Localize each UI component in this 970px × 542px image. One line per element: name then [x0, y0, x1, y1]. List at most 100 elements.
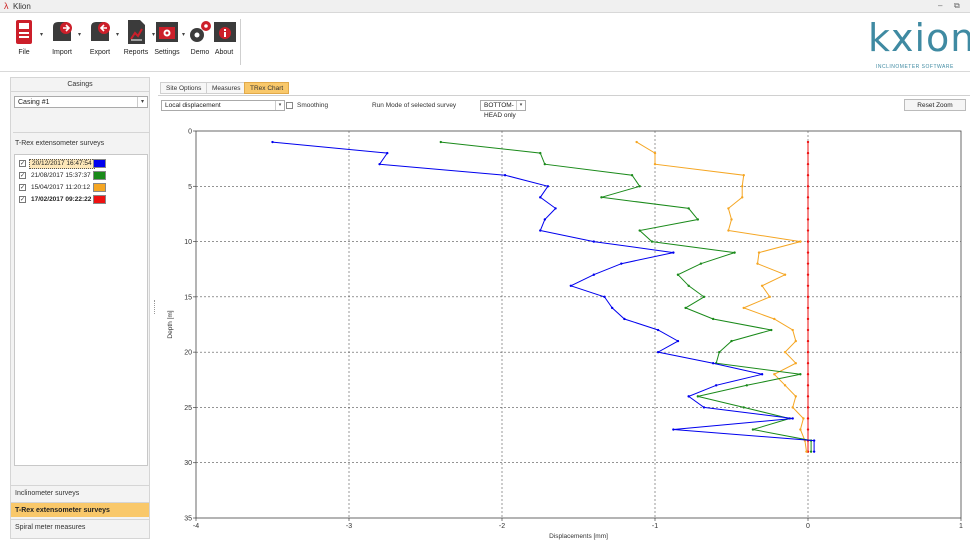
data-point: [546, 185, 550, 188]
data-point: [751, 428, 755, 431]
data-point: [806, 306, 810, 310]
restore-button[interactable]: ⧉: [954, 1, 960, 11]
data-point: [806, 207, 810, 210]
tab-site-options[interactable]: Site Options: [160, 82, 208, 94]
import-button[interactable]: Import ▾: [48, 19, 81, 69]
data-point: [768, 295, 771, 299]
klion-logo: kxion INCLINOMETER SOFTWARE: [868, 16, 970, 70]
about-button[interactable]: About: [212, 19, 236, 69]
survey-checkbox[interactable]: ✓: [19, 172, 26, 179]
data-point: [638, 185, 641, 188]
file-button[interactable]: File ▾: [10, 19, 43, 69]
data-point: [806, 262, 810, 265]
y-tick-label: 15: [184, 294, 192, 301]
chevron-down-icon[interactable]: ▾: [182, 31, 185, 38]
y-tick-label: 5: [188, 184, 192, 191]
nav-trex-surveys[interactable]: T-Rex extensometer surveys: [11, 502, 149, 517]
settings-button-label: Settings: [154, 49, 180, 56]
survey-date[interactable]: 15/04/2017 11:20:12: [29, 183, 92, 193]
x-tick-label: -1: [652, 523, 658, 530]
tab-trex-chart[interactable]: TRex Chart: [244, 82, 290, 94]
data-point: [386, 151, 389, 155]
data-point: [806, 284, 810, 287]
data-point: [770, 328, 773, 332]
data-point: [806, 273, 810, 276]
chevron-down-icon[interactable]: ▾: [275, 101, 284, 110]
panel-splitter[interactable]: [154, 300, 156, 314]
minimize-button[interactable]: –: [938, 1, 942, 10]
y-tick-label: 20: [184, 350, 192, 357]
survey-date[interactable]: 20/12/2017 16:47:54: [29, 159, 95, 169]
chevron-down-icon[interactable]: ▾: [137, 97, 147, 107]
survey-checkbox[interactable]: ✓: [19, 196, 26, 203]
run-mode-select[interactable]: BOTTOM-HEAD only ▾: [480, 100, 526, 119]
chevron-down-icon[interactable]: ▾: [40, 31, 43, 38]
display-mode-value: Local displacement: [165, 102, 221, 109]
data-point: [806, 295, 810, 299]
smoothing-checkbox[interactable]: [286, 102, 293, 109]
demo-icon: [187, 19, 213, 45]
chevron-down-icon[interactable]: ▾: [516, 101, 525, 110]
about-icon: [212, 19, 238, 45]
data-point: [610, 306, 614, 310]
data-point: [742, 406, 745, 409]
data-point: [702, 406, 706, 409]
data-point: [696, 395, 700, 398]
data-point: [439, 140, 442, 144]
data-point: [638, 229, 641, 232]
survey-date[interactable]: 17/02/2017 09:22:22: [29, 195, 93, 205]
data-point: [806, 196, 810, 199]
survey-color-swatch[interactable]: [93, 171, 106, 180]
casing-select[interactable]: Casing #1 ▾: [14, 96, 148, 108]
data-point: [760, 284, 764, 287]
data-point: [806, 417, 810, 420]
survey-checkbox[interactable]: ✓: [19, 160, 26, 167]
survey-color-swatch[interactable]: [93, 159, 106, 168]
import-button-label: Import: [52, 49, 72, 56]
y-tick-label: 0: [188, 129, 192, 136]
nav-spiral-meter-measures[interactable]: Spiral meter measures: [11, 519, 149, 534]
data-point: [806, 151, 810, 155]
tab-measures[interactable]: Measures: [206, 82, 247, 94]
data-point: [730, 339, 733, 343]
casings-header: Casings: [11, 78, 149, 92]
reports-button[interactable]: Reports ▾: [120, 19, 155, 69]
data-point: [684, 306, 687, 310]
ribbon-separator: [240, 19, 241, 65]
nav-inclinometer-surveys[interactable]: Inclinometer surveys: [11, 485, 149, 500]
data-point: [727, 207, 730, 210]
data-point: [650, 240, 654, 243]
trex-chart[interactable]: -4 -3 -2 -1 0 105101520253035Displacements [m…: [158, 114, 970, 542]
reports-icon: [123, 19, 149, 45]
logo-subtitle: INCLINOMETER SOFTWARE: [876, 64, 954, 70]
data-point: [600, 196, 603, 199]
data-point: [539, 196, 542, 199]
export-button[interactable]: Export ▾: [86, 19, 119, 69]
data-point: [656, 328, 660, 332]
x-tick-label: 0: [806, 523, 810, 530]
data-point: [806, 229, 810, 232]
survey-color-swatch[interactable]: [93, 195, 106, 204]
data-point: [805, 450, 808, 453]
reset-zoom-button[interactable]: Reset Zoom: [904, 99, 966, 111]
x-tick-label: -2: [499, 523, 505, 530]
settings-button[interactable]: Settings ▾: [152, 19, 185, 69]
data-point: [745, 384, 748, 387]
chevron-down-icon[interactable]: ▾: [116, 31, 119, 38]
survey-checkbox[interactable]: ✓: [19, 184, 26, 191]
data-point: [687, 395, 690, 398]
chevron-down-icon[interactable]: ▾: [78, 31, 81, 38]
settings-icon: [154, 19, 180, 45]
data-point: [806, 395, 810, 398]
display-mode-select[interactable]: Local displacement ▾: [161, 100, 285, 111]
survey-color-swatch[interactable]: [93, 183, 106, 192]
data-point: [699, 262, 703, 265]
logo-wordmark: kxion: [868, 16, 970, 60]
data-point: [672, 251, 675, 254]
data-point: [806, 140, 810, 144]
data-point: [741, 185, 744, 188]
data-point: [791, 406, 794, 409]
survey-date[interactable]: 21/08/2017 15:37:37: [29, 171, 93, 181]
demo-button[interactable]: Demo: [186, 19, 214, 69]
casing-select-value: Casing #1: [18, 99, 50, 106]
